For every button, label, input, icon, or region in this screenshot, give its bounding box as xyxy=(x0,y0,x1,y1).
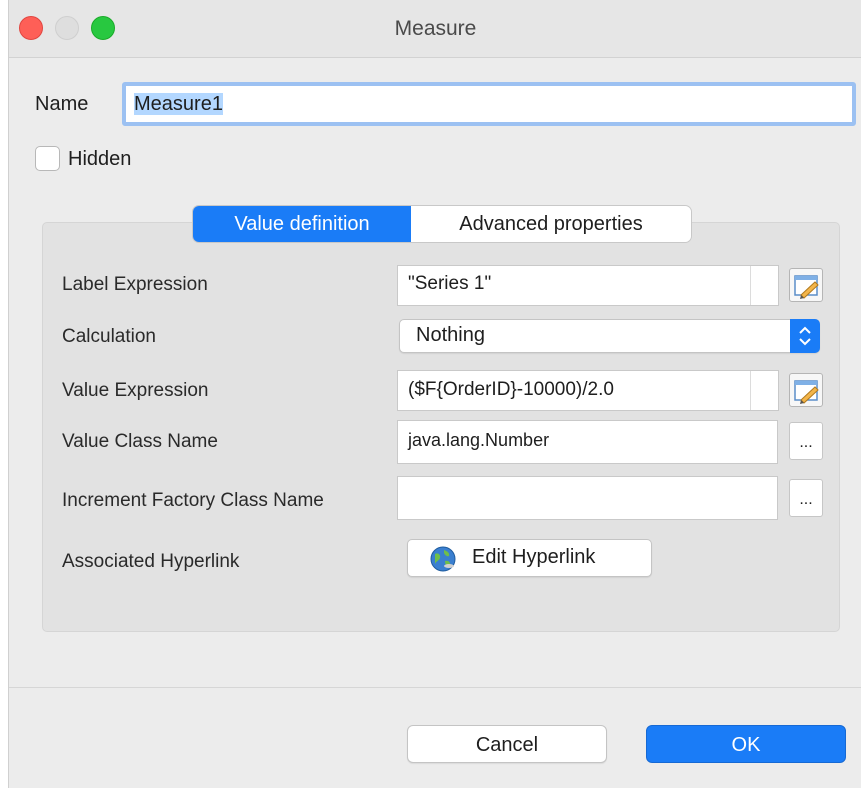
ok-button[interactable]: OK xyxy=(646,725,846,763)
increment-factory-browse-button[interactable]: ... xyxy=(789,479,823,517)
edit-hyperlink-label: Edit Hyperlink xyxy=(472,546,596,568)
hidden-label: Hidden xyxy=(68,148,132,170)
label-expression-value: "Series 1" xyxy=(408,273,492,294)
name-label: Name xyxy=(35,93,89,115)
value-class-name-value: java.lang.Number xyxy=(408,430,550,450)
pencil-edit-icon xyxy=(794,380,819,404)
field-separator xyxy=(750,371,751,410)
tab-advanced-properties[interactable]: Advanced properties xyxy=(411,206,691,242)
title-bar: Measure xyxy=(9,0,861,58)
value-class-name-field[interactable]: java.lang.Number xyxy=(397,420,778,464)
label-expression-label: Label Expression xyxy=(62,274,208,295)
globe-icon xyxy=(430,546,456,572)
tab-bar: Value definition Advanced properties xyxy=(193,206,691,242)
calculation-label: Calculation xyxy=(62,326,156,347)
name-input[interactable]: Measure1 xyxy=(122,82,856,126)
name-input-value: Measure1 xyxy=(134,93,223,115)
increment-factory-label: Increment Factory Class Name xyxy=(62,490,324,511)
cancel-button[interactable]: Cancel xyxy=(407,725,607,763)
measure-dialog: Measure Name Measure1 Hidden Value defin… xyxy=(8,0,861,788)
value-class-name-browse-button[interactable]: ... xyxy=(789,422,823,460)
chevron-updown-icon xyxy=(790,319,820,353)
increment-factory-field[interactable] xyxy=(397,476,778,520)
label-expression-field[interactable]: "Series 1" xyxy=(397,265,779,306)
footer-divider xyxy=(9,687,861,688)
value-expression-value: ($F{OrderID}-10000)/2.0 xyxy=(408,379,614,400)
window-title: Measure xyxy=(394,17,477,40)
tab-value-definition[interactable]: Value definition xyxy=(193,206,411,242)
calculation-value: Nothing xyxy=(416,324,485,346)
value-expression-label: Value Expression xyxy=(62,380,209,401)
pencil-edit-icon xyxy=(794,275,819,299)
value-class-name-label: Value Class Name xyxy=(62,431,218,452)
hidden-checkbox[interactable] xyxy=(35,146,60,171)
value-expression-edit-button[interactable] xyxy=(789,373,823,407)
value-expression-field[interactable]: ($F{OrderID}-10000)/2.0 xyxy=(397,370,779,411)
edit-hyperlink-button[interactable]: Edit Hyperlink xyxy=(407,539,652,577)
label-expression-edit-button[interactable] xyxy=(789,268,823,302)
calculation-select[interactable]: Nothing xyxy=(399,319,820,353)
field-separator xyxy=(750,266,751,305)
associated-hyperlink-label: Associated Hyperlink xyxy=(62,551,240,572)
